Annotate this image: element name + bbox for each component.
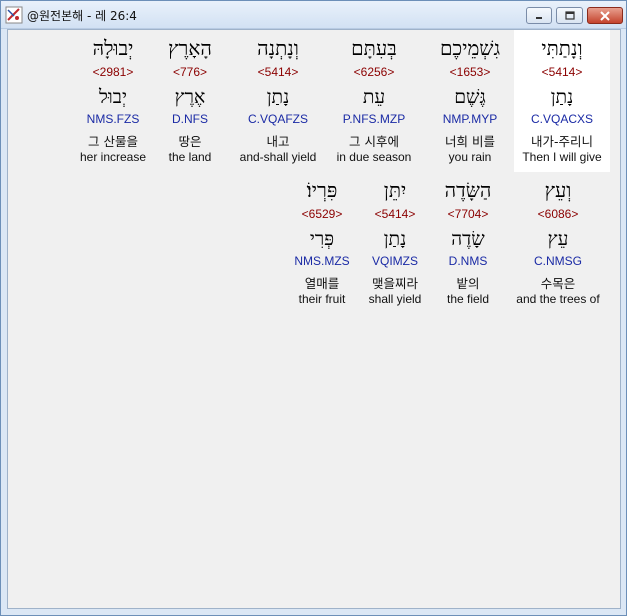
lemma: נָתַן bbox=[550, 86, 574, 108]
english-gloss: her increase bbox=[79, 150, 147, 164]
hebrew-word: וְנָתְנָה bbox=[257, 36, 299, 60]
lemma: עֵץ bbox=[547, 228, 569, 250]
word-cell[interactable]: יְבוּלָהּ <2981> יְבוּל NMS.FZS 그 산물을 he… bbox=[70, 30, 156, 172]
word-cell[interactable]: וְנָתַתִּי <5414> נָתַן C.VQACXS 내가-주리니 … bbox=[514, 30, 610, 172]
english-gloss: Then I will give bbox=[522, 150, 602, 164]
english-gloss: you rain bbox=[448, 150, 492, 164]
strong-number[interactable]: <6086> bbox=[508, 207, 608, 221]
word-cell[interactable]: בְּעִתָּם <6256> עֵת P.NFS.MZP 그 시후에 in … bbox=[326, 30, 422, 172]
maximize-button[interactable] bbox=[556, 7, 583, 24]
lemma: נָתַן bbox=[266, 86, 290, 108]
hebrew-word: יְבוּלָהּ bbox=[92, 36, 134, 60]
english-gloss: and-shall yield bbox=[239, 150, 317, 164]
close-icon bbox=[600, 10, 610, 21]
hebrew-word: הָאָרֶץ bbox=[168, 36, 212, 60]
hebrew-word: פִּרְיוֹ׃ bbox=[306, 178, 338, 202]
interlinear-panel: וְנָתַתִּי <5414> נָתַן C.VQACXS 내가-주리니 … bbox=[7, 29, 621, 609]
english-gloss: the land bbox=[168, 150, 212, 164]
word-cell[interactable]: וְנָתְנָה <5414> נָתַן C.VQAFZS 내고 and-s… bbox=[230, 30, 326, 172]
window-title: @원전본해 - 레 26:4 bbox=[27, 9, 137, 23]
lemma: גֶּשֶׁם bbox=[454, 86, 486, 108]
hebrew-word: גִשְׁמֵיכֶם bbox=[439, 36, 501, 60]
korean-gloss: 땅은 bbox=[178, 134, 202, 149]
english-gloss: in due season bbox=[336, 150, 412, 164]
word-cell[interactable]: וְעֵץ <6086> עֵץ C.NMSG 수목은 and the tree… bbox=[508, 172, 608, 314]
minimize-button[interactable] bbox=[526, 7, 552, 24]
lemma: יְבוּל bbox=[99, 86, 127, 108]
strong-number[interactable]: <776> bbox=[148, 65, 232, 79]
word-cell[interactable]: הָאָרֶץ <776> אֶרֶץ D.NFS 땅은 the land bbox=[148, 30, 232, 172]
parsing-code: P.NFS.MZP bbox=[342, 112, 406, 126]
korean-gloss: 그 시후에 bbox=[349, 134, 399, 149]
parsing-code: C.NMSG bbox=[534, 254, 582, 268]
korean-gloss: 내가-주리니 bbox=[530, 134, 593, 149]
window-bottom-border bbox=[1, 609, 626, 615]
maximize-icon bbox=[564, 10, 575, 20]
hebrew-word: וְנָתַתִּי bbox=[541, 36, 583, 60]
strong-number[interactable]: <6256> bbox=[326, 65, 422, 79]
lemma: פְּרִי bbox=[309, 228, 335, 250]
title-bar[interactable]: @원전본해 - 레 26:4 bbox=[1, 1, 626, 29]
parsing-code: NMP.MYP bbox=[442, 112, 498, 126]
minimize-icon bbox=[536, 16, 542, 19]
korean-gloss: 그 산물을 bbox=[88, 134, 138, 149]
strong-number[interactable]: <2981> bbox=[70, 65, 156, 79]
app-window: @원전본해 - 레 26:4 וְנָתַתִּי <5414> נָתַן C… bbox=[0, 0, 627, 616]
lemma: עֵת bbox=[362, 86, 386, 108]
parsing-code: C.VQACXS bbox=[530, 112, 593, 126]
strong-number[interactable]: <5414> bbox=[230, 65, 326, 79]
close-button[interactable] bbox=[587, 7, 623, 24]
english-gloss: their fruit bbox=[298, 292, 346, 306]
strong-number[interactable]: <6529> bbox=[278, 207, 366, 221]
hebrew-word: בְּעִתָּם bbox=[351, 36, 397, 60]
korean-gloss: 열매를 bbox=[304, 276, 340, 291]
app-icon bbox=[5, 6, 23, 24]
word-cell[interactable]: פִּרְיוֹ׃ <6529> פְּרִי NMS.MZS 열매를 thei… bbox=[278, 172, 366, 314]
korean-gloss: 너희 비를 bbox=[445, 134, 495, 149]
parsing-code: NMS.FZS bbox=[86, 112, 140, 126]
parsing-code: NMS.MZS bbox=[294, 254, 350, 268]
hebrew-word: וְעֵץ bbox=[544, 178, 572, 202]
english-gloss: and the trees of bbox=[516, 292, 600, 306]
strong-number[interactable]: <5414> bbox=[514, 65, 610, 79]
parsing-code: C.VQAFZS bbox=[247, 112, 308, 126]
parsing-code: D.NFS bbox=[172, 112, 208, 126]
word-cell[interactable]: גִשְׁמֵיכֶם <1653> גֶּשֶׁם NMP.MYP 너희 비를… bbox=[422, 30, 518, 172]
lemma: אֶרֶץ bbox=[174, 86, 206, 108]
strong-number[interactable]: <1653> bbox=[422, 65, 518, 79]
korean-gloss: 수목은 bbox=[540, 276, 576, 291]
korean-gloss: 내고 bbox=[266, 134, 290, 149]
